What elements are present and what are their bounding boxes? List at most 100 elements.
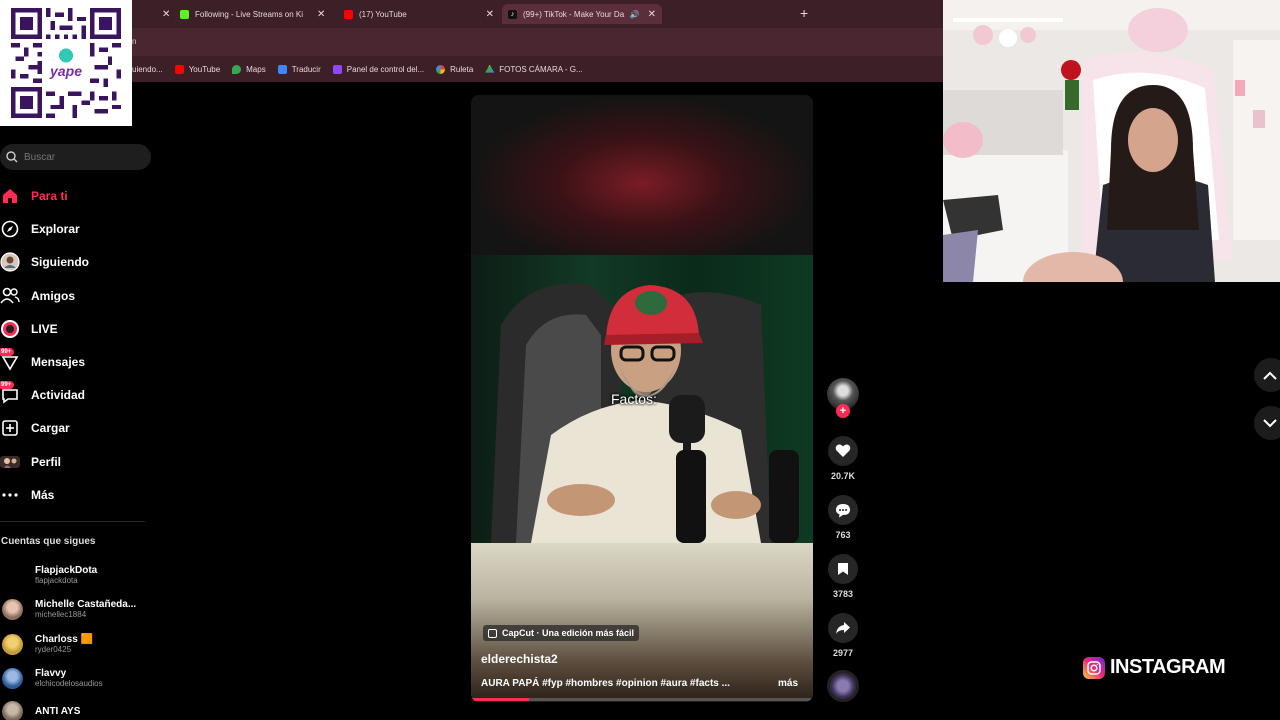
tiktok-icon: ♪: [508, 9, 517, 19]
next-video-button[interactable]: [1254, 406, 1280, 440]
upload-icon: [0, 418, 20, 438]
bookmark-item[interactable]: Maps: [232, 64, 266, 74]
yape-logo-text: yape: [49, 63, 82, 79]
share-button[interactable]: [828, 613, 858, 643]
webcam-image: [943, 0, 1280, 282]
qr-code-image: yape: [11, 8, 121, 118]
nav-para-ti[interactable]: Para ti: [0, 184, 140, 208]
nav-label: LIVE: [31, 322, 58, 336]
comment-icon: [836, 503, 850, 517]
bookmark-label: Panel de control del...: [346, 64, 425, 74]
comment-button[interactable]: [828, 495, 858, 525]
nav-siguiendo[interactable]: Siguiendo: [0, 250, 140, 274]
tab-title: (99+) TikTok - Make Your Da: [523, 9, 625, 19]
more-button[interactable]: más: [778, 678, 798, 689]
nav-label: Para ti: [31, 189, 68, 203]
like-action[interactable]: 20.7K: [826, 436, 860, 481]
video-blurred-top: [471, 95, 813, 255]
chevron-down-icon: [1263, 418, 1277, 427]
friends-icon: [0, 286, 20, 306]
avatar: [2, 700, 23, 720]
close-tab-icon[interactable]: ✕: [317, 9, 325, 20]
bookmark-item[interactable]: Traducir: [277, 64, 321, 74]
account-name: Charloss 🟧: [35, 634, 94, 645]
instagram-label: INSTAGRAM: [1110, 656, 1226, 678]
bookmark-label: uiendo...: [132, 64, 163, 74]
account-handle: michellec1884: [35, 610, 87, 619]
following-account[interactable]: Flavvy elchicodelosaudios: [2, 664, 152, 692]
bookmark-item[interactable]: YouTube: [174, 64, 220, 74]
bookmark-item[interactable]: uiendo...: [132, 65, 163, 74]
tab-partial[interactable]: ✕: [152, 4, 170, 24]
account-name: Michelle Castañeda...: [35, 599, 137, 610]
bookmark-icon: [838, 563, 848, 575]
follow-plus-button[interactable]: +: [836, 404, 850, 418]
search-input[interactable]: [24, 151, 134, 163]
account-name: ANTI AYS: [35, 705, 81, 717]
tab-title: Following - Live Streams on Ki: [195, 9, 304, 19]
capcut-label: CapCut · Una edición más fácil: [502, 628, 635, 638]
profile-icon: [0, 452, 20, 472]
bookmark-item[interactable]: FOTOS CÁMARA - G...: [485, 64, 583, 74]
following-account[interactable]: Charloss 🟧 ryder0425: [2, 630, 152, 658]
youtube-icon: [344, 9, 353, 19]
close-tab-icon[interactable]: ✕: [648, 9, 656, 20]
bookmark-label: Ruleta: [450, 64, 474, 74]
nav-live[interactable]: LIVE: [0, 317, 140, 341]
nav-cargar[interactable]: Cargar: [0, 416, 140, 440]
following-account[interactable]: ANTI AYS: [2, 697, 152, 720]
tab-youtube[interactable]: (17) YouTube ✕: [344, 4, 494, 24]
bookmark-item[interactable]: Ruleta: [436, 64, 474, 74]
music-disc-icon[interactable]: [827, 670, 859, 702]
video-progress-bar[interactable]: [471, 698, 813, 701]
save-count: 3783: [832, 589, 854, 599]
nav-label: Perfil: [31, 455, 62, 469]
video-player[interactable]: Factos: CapCut · Una edición más fácil e…: [471, 95, 813, 702]
following-avatar-icon: [0, 252, 20, 272]
capcut-icon: [488, 628, 497, 638]
share-icon: [836, 622, 850, 634]
search-box[interactable]: [0, 144, 151, 170]
bookmark-item[interactable]: Panel de control del...: [332, 64, 425, 74]
compass-icon: [0, 219, 20, 239]
like-count: 20.7K: [830, 471, 856, 481]
comment-action[interactable]: 763: [826, 495, 860, 540]
avatar: [2, 667, 23, 689]
nav-perfil[interactable]: Perfil: [0, 450, 140, 474]
nav-label: Más: [31, 488, 55, 502]
instagram-badge: INSTAGRAM: [1083, 656, 1226, 679]
following-account[interactable]: Michelle Castañeda... michellec1884: [2, 595, 152, 623]
bookmark-label: FOTOS CÁMARA - G...: [499, 64, 583, 74]
account-handle: flapjackdota: [35, 576, 78, 585]
close-tab-icon[interactable]: ✕: [162, 9, 170, 20]
instagram-icon: [1083, 656, 1105, 679]
following-accounts-title: Cuentas que sigues: [1, 536, 96, 547]
new-tab-button[interactable]: +: [800, 5, 808, 21]
google-drive-icon: [485, 64, 495, 73]
share-action[interactable]: 2977: [826, 613, 860, 658]
nav-explorar[interactable]: Explorar: [0, 217, 140, 241]
capcut-tag[interactable]: CapCut · Una edición más fácil: [483, 625, 640, 641]
video-subtitle: Factos:: [611, 391, 657, 407]
youtube-icon: [174, 64, 184, 74]
share-count: 2977: [832, 648, 854, 658]
close-tab-icon[interactable]: ✕: [486, 9, 494, 20]
like-button[interactable]: [828, 436, 858, 466]
following-account[interactable]: FlapjackDota flapjackdota: [2, 561, 152, 589]
twitch-icon: [332, 64, 342, 74]
nav-mensajes[interactable]: 99+ Mensajes: [0, 348, 140, 374]
tab-kick[interactable]: Following - Live Streams on Ki ✕: [180, 4, 330, 24]
speaker-icon[interactable]: 🔊: [630, 10, 640, 19]
nav-actividad[interactable]: 99+ Actividad: [0, 381, 140, 407]
video-author[interactable]: elderechista2: [481, 652, 558, 666]
previous-video-button[interactable]: [1254, 358, 1280, 392]
avatar: [2, 633, 23, 655]
notification-badge: 99+: [0, 381, 15, 389]
nav-label: Cargar: [31, 421, 70, 435]
nav-amigos[interactable]: Amigos: [0, 284, 140, 308]
save-button[interactable]: [828, 554, 858, 584]
account-name: FlapjackDota: [35, 565, 98, 576]
nav-mas[interactable]: Más: [0, 483, 140, 507]
save-action[interactable]: 3783: [826, 554, 860, 599]
tab-tiktok[interactable]: ♪ (99+) TikTok - Make Your Da 🔊 ✕: [502, 4, 662, 24]
